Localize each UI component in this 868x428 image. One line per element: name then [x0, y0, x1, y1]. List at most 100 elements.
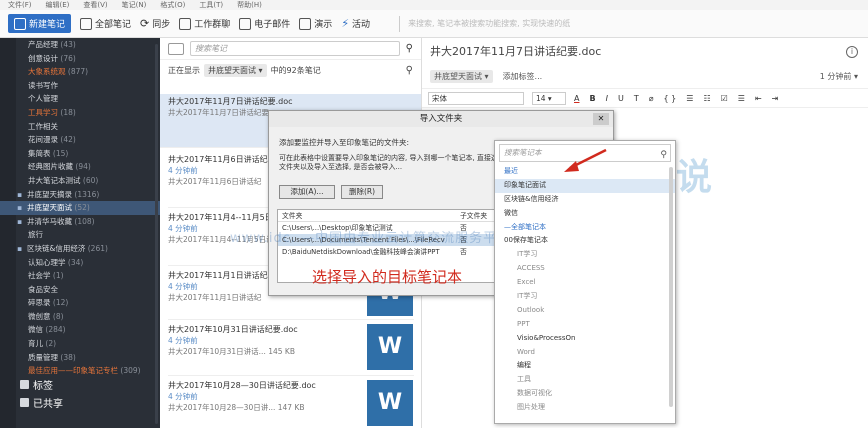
global-search-input[interactable]: 来搜索, 笔记本被搜索功能搜索, 实现快速的纸 — [399, 15, 868, 32]
notebook-option[interactable]: PPT — [495, 318, 675, 332]
menu-note[interactable]: 笔记(N) — [122, 0, 147, 10]
menu-help[interactable]: 帮助(H) — [237, 0, 262, 10]
dialog-title-bar[interactable]: 导入文件夹 ✕ — [269, 111, 613, 127]
format-button[interactable]: ☰ — [686, 94, 693, 103]
notebook-option[interactable]: 00保存笔记本 — [495, 234, 675, 248]
mail-icon — [239, 17, 252, 30]
add-folder-button[interactable]: 添加(A)... — [279, 185, 335, 199]
notebook-option[interactable]: 工具 — [495, 373, 675, 387]
format-button[interactable]: ☰ — [738, 94, 745, 103]
sidebar-notebook-item[interactable]: 个人管理 — [0, 92, 160, 106]
delete-folder-button[interactable]: 删除(R) — [341, 185, 383, 199]
menu-tools[interactable]: 工具(T) — [199, 0, 223, 10]
new-note-button[interactable]: 新建笔记 — [8, 14, 72, 33]
notebook-option[interactable]: 印象笔记面试 — [495, 178, 675, 193]
format-button[interactable]: ☷ — [703, 94, 710, 103]
notebook-option[interactable]: Visio&ProcessOn — [495, 332, 675, 346]
add-tag-input[interactable]: 添加标签... — [503, 71, 543, 82]
notebook-option[interactable]: Outlook — [495, 304, 675, 318]
view-options-button[interactable] — [168, 42, 184, 55]
sidebar-notebook-item[interactable]: 微信 (284) — [0, 323, 160, 337]
sidebar-notebook-item[interactable]: 井清华马收藏 (108) — [0, 215, 160, 229]
folder-row[interactable]: D:\BaiduNetdiskDownload\金融科技峰会演讲PPT 否 — [278, 246, 498, 258]
sidebar-notebook-item[interactable]: 集简表 (15) — [0, 147, 160, 161]
sidebar-notebook-item[interactable]: 认知心理学 (34) — [0, 256, 160, 270]
info-icon[interactable]: i — [846, 46, 858, 58]
sidebar-notebook-item[interactable]: 工作相关 — [0, 120, 160, 134]
notebook-filter-chip[interactable]: 井底望天面试 ▾ — [204, 63, 267, 77]
close-icon[interactable]: ✕ — [593, 113, 609, 125]
sidebar-notebook-item[interactable]: 旅行 — [0, 228, 160, 242]
sync-button[interactable]: ⟳ 同步 — [140, 17, 170, 30]
format-button[interactable]: ⇤ — [755, 94, 762, 103]
notebook-option[interactable]: ACCESS — [495, 262, 675, 276]
format-button[interactable]: A — [574, 94, 579, 103]
present-button[interactable]: 演示 — [299, 17, 332, 30]
font-size-select[interactable]: 14 ▾ — [532, 91, 566, 105]
sidebar-notebook-item[interactable]: 微创意 (8) — [0, 310, 160, 324]
sidebar-notebook-item[interactable]: 社会学 (1) — [0, 269, 160, 283]
notebook-option[interactable]: 数据可视化 — [495, 387, 675, 401]
format-button[interactable]: { } — [664, 94, 677, 103]
sidebar-notebook-item[interactable]: 最佳应用——印象笔记专栏 (309) — [0, 364, 160, 378]
notebook-count: (12) — [52, 298, 69, 308]
notebook-option[interactable]: —全部笔记本 — [495, 221, 675, 235]
sidebar-shared[interactable]: 已共享 — [0, 396, 160, 414]
version-label[interactable]: 1 分钟前 ▾ — [820, 71, 858, 82]
format-button[interactable]: ⌀ — [649, 94, 654, 103]
sidebar-tags[interactable]: 标签 — [0, 378, 160, 396]
sidebar-scrollbar[interactable] — [155, 44, 158, 424]
picker-scrollbar[interactable] — [669, 167, 673, 407]
sidebar-notebook-item[interactable]: 碎思录 (12) — [0, 296, 160, 310]
notebook-option[interactable]: Excel — [495, 276, 675, 290]
format-button[interactable]: ☑ — [721, 94, 728, 103]
format-button[interactable]: ⇥ — [772, 94, 779, 103]
format-button[interactable]: T — [634, 94, 639, 103]
notebook-option[interactable]: 编程 — [495, 359, 675, 373]
sidebar-notebook-item[interactable]: 经典图片收藏 (94) — [0, 160, 160, 174]
notebook-name: 育儿 — [28, 339, 43, 349]
email-button[interactable]: 电子邮件 — [239, 17, 290, 30]
activity-button[interactable]: ⚡ 活动 — [341, 17, 370, 30]
note-notebook-chip[interactable]: 井底望天面试 ▾ — [430, 69, 493, 83]
notebook-option[interactable]: IT学习 — [495, 290, 675, 304]
sidebar-notebook-item[interactable]: 井底望天面试 (52) — [0, 201, 160, 215]
sidebar-notebook-item[interactable]: 区块链&信用经济 (261) — [0, 242, 160, 256]
note-title[interactable]: 井大2017年11月7日讲话纪要.doc i — [422, 38, 868, 66]
notebook-option[interactable]: IT学习 — [495, 248, 675, 262]
notebook-name: 工作相关 — [28, 121, 58, 131]
menu-file[interactable]: 文件(F) — [8, 0, 32, 10]
notebook-option[interactable]: 区块链&信用经济 — [495, 193, 675, 207]
all-notes-button[interactable]: 全部笔记 — [80, 17, 131, 30]
note-search-input[interactable]: 搜索笔记 — [190, 41, 400, 56]
format-button[interactable]: U — [618, 94, 624, 103]
font-select[interactable]: 宋体 — [428, 91, 524, 105]
format-button[interactable]: I — [606, 94, 608, 103]
sidebar-notebook-item[interactable]: 质量管理 (38) — [0, 351, 160, 365]
annotation-caption: 选择导入的目标笔记本 — [312, 268, 463, 286]
sidebar-notebook-item[interactable]: 创意设计 (76) — [0, 52, 160, 66]
menu-edit[interactable]: 编辑(E) — [46, 0, 70, 10]
sidebar-notebook-item[interactable]: 食品安全 — [0, 283, 160, 297]
sort-icon[interactable]: ⚲ — [406, 65, 413, 76]
sidebar-notebook-item[interactable]: 大象系统观 (877) — [0, 65, 160, 79]
menu-view[interactable]: 查看(V) — [83, 0, 107, 10]
sidebar-notebook-item[interactable]: 产品经理 (43) — [0, 38, 160, 52]
sidebar-notebook-item[interactable]: 读书写作 — [0, 79, 160, 93]
sidebar-notebook-item[interactable]: 花间漫录 (42) — [0, 133, 160, 147]
notes-icon — [80, 17, 93, 30]
menu-format[interactable]: 格式(O) — [160, 0, 185, 10]
format-button[interactable]: B — [589, 94, 595, 103]
notebook-option[interactable]: Word — [495, 346, 675, 360]
work-chat-button[interactable]: 工作群聊 — [179, 17, 230, 30]
sidebar-notebook-item[interactable]: 井大笔记本测试 (60) — [0, 174, 160, 188]
notebook-option[interactable]: 微信 — [495, 207, 675, 221]
sidebar-notebook-item[interactable]: 育儿 (2) — [0, 337, 160, 351]
sidebar-notebook-item[interactable]: 井底望天摘录 (1316) — [0, 188, 160, 202]
notebook-count: (15) — [52, 148, 69, 158]
sidebar-notebook-item[interactable]: 工具学习 (18) — [0, 106, 160, 120]
search-icon[interactable]: ⚲ — [406, 43, 413, 54]
note-title-text: 井大2017年11月7日讲话纪要.doc — [430, 45, 602, 58]
notebook-name: 产品经理 — [28, 40, 58, 49]
notebook-option[interactable]: 图片处理 — [495, 401, 675, 415]
